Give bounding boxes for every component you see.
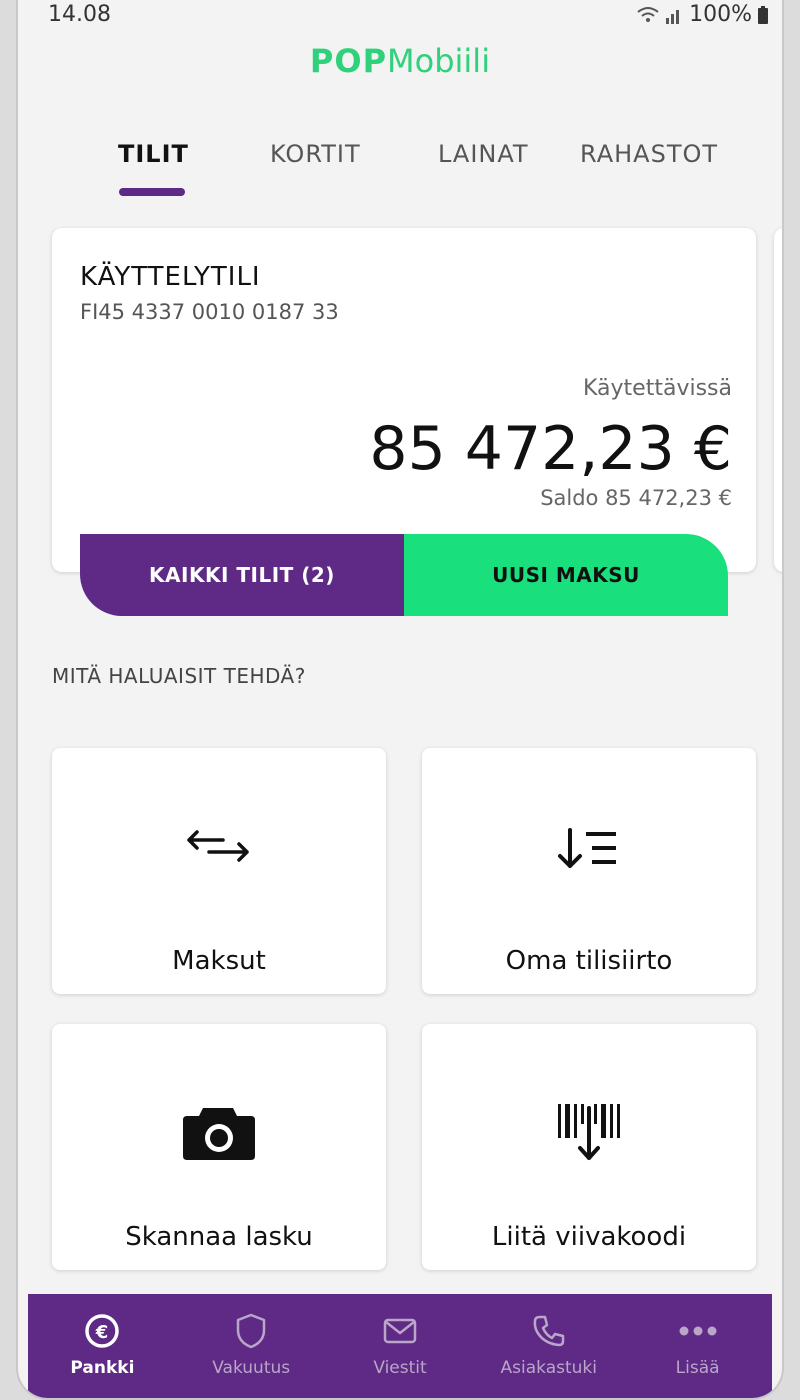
- nav-label: Asiakastuki: [500, 1358, 598, 1378]
- nav-viestit[interactable]: Viestit: [326, 1294, 475, 1398]
- signal-icon: [665, 6, 683, 24]
- tab-tilit[interactable]: TILIT: [118, 140, 189, 168]
- mail-icon: [383, 1310, 417, 1352]
- next-account-card-peek[interactable]: [774, 228, 782, 572]
- available-label: Käytettävissä: [583, 376, 732, 401]
- account-name: KÄYTTELYTILI: [80, 262, 261, 292]
- account-card[interactable]: KÄYTTELYTILI FI45 4337 0010 0187 33 Käyt…: [52, 228, 756, 572]
- battery-level: 100%: [689, 2, 752, 27]
- wifi-icon: [637, 6, 659, 24]
- battery-icon: [758, 5, 768, 24]
- status-indicators: 100%: [637, 2, 768, 27]
- tile-oma-tilisiirto[interactable]: Oma tilisiirto: [422, 748, 756, 994]
- tile-label: Oma tilisiirto: [505, 946, 673, 976]
- tab-rahastot[interactable]: RAHASTOT: [580, 140, 718, 168]
- nav-lisaa[interactable]: Lisää: [623, 1294, 772, 1398]
- tile-liita-viivakoodi[interactable]: Liitä viivakoodi: [422, 1024, 756, 1270]
- camera-icon: [52, 1102, 386, 1162]
- tile-label: Liitä viivakoodi: [491, 1222, 687, 1252]
- tile-maksut[interactable]: Maksut: [52, 748, 386, 994]
- all-accounts-button[interactable]: KAIKKI TILIT (2): [80, 534, 404, 616]
- nav-label: Viestit: [373, 1358, 427, 1378]
- app-title-bold: POP: [309, 42, 388, 80]
- tile-label: Skannaa lasku: [125, 1222, 313, 1252]
- status-bar: 14.08 100%: [18, 0, 782, 40]
- euro-coin-icon: €: [85, 1310, 120, 1352]
- tab-lainat[interactable]: LAINAT: [438, 140, 529, 168]
- nav-label: Pankki: [70, 1358, 135, 1378]
- tile-label: Maksut: [172, 946, 266, 976]
- tab-bar: TILIT KORTIT LAINAT RAHASTOT: [18, 140, 782, 200]
- nav-label: Lisää: [675, 1358, 720, 1378]
- more-dots-icon: [678, 1310, 718, 1352]
- tab-kortit[interactable]: KORTIT: [270, 140, 361, 168]
- transfer-arrows-icon: [52, 826, 386, 866]
- available-amount: 85 472,23 €: [369, 414, 732, 484]
- nav-pankki[interactable]: € Pankki: [28, 1294, 177, 1398]
- nav-label: Vakuutus: [212, 1358, 291, 1378]
- nav-asiakastuki[interactable]: Asiakastuki: [474, 1294, 623, 1398]
- app-title: POPMobiili: [18, 42, 782, 80]
- tile-skannaa-lasku[interactable]: Skannaa lasku: [52, 1024, 386, 1270]
- section-prompt: MITÄ HALUAISIT TEHDÄ?: [52, 664, 306, 688]
- account-iban: FI45 4337 0010 0187 33: [80, 300, 339, 324]
- new-payment-button[interactable]: UUSI MAKSU: [404, 534, 728, 616]
- phone-icon: [532, 1310, 566, 1352]
- barcode-icon: [422, 1102, 756, 1166]
- own-transfer-icon: [422, 826, 756, 872]
- app-title-rest: Mobiili: [387, 42, 491, 80]
- nav-vakuutus[interactable]: Vakuutus: [177, 1294, 326, 1398]
- active-tab-indicator: [119, 188, 185, 196]
- bottom-navigation: € Pankki Vakuutus Viestit Asiakastuki Li…: [28, 1294, 772, 1398]
- svg-text:€: €: [95, 1322, 109, 1343]
- status-time: 14.08: [48, 2, 111, 27]
- balance-text: Saldo 85 472,23 €: [540, 486, 732, 510]
- shield-icon: [235, 1310, 267, 1352]
- phone-screen: 14.08 100% POPMobiili TILIT KORTIT LAINA…: [18, 0, 782, 1398]
- account-actions: KAIKKI TILIT (2) UUSI MAKSU: [80, 534, 728, 616]
